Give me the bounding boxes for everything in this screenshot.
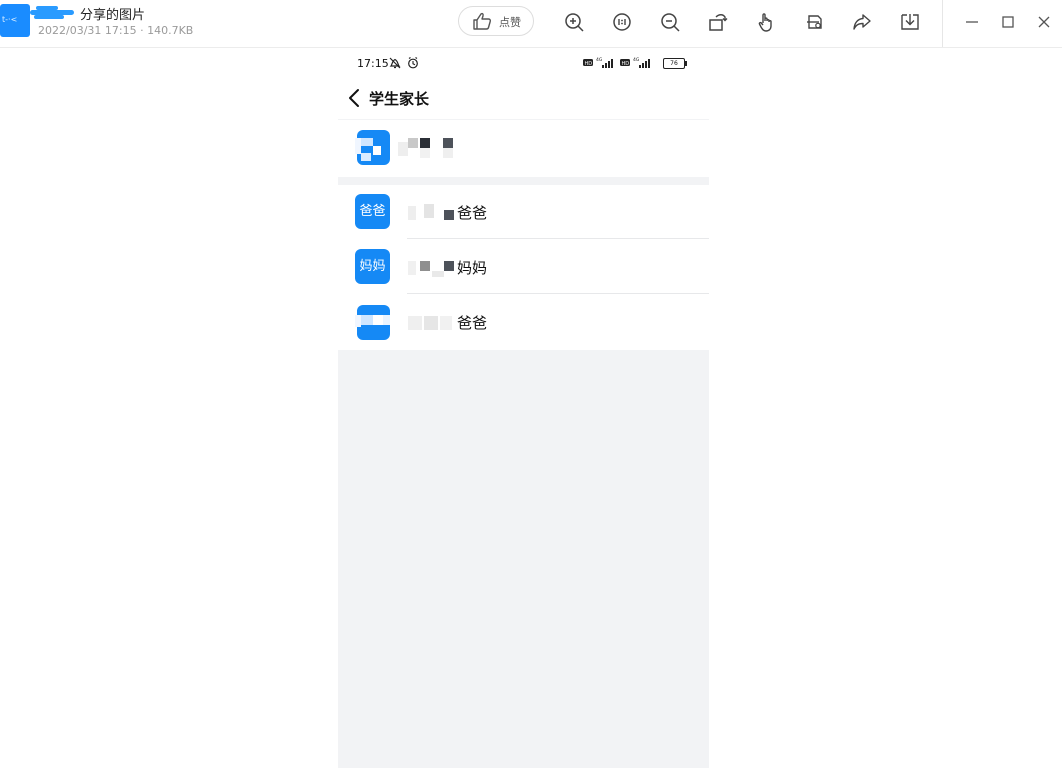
toolbar-divider xyxy=(942,0,943,47)
parent-name-suffix: 爸爸 xyxy=(457,314,488,332)
like-button[interactable]: 点赞 xyxy=(458,6,534,36)
hand-tool-icon[interactable] xyxy=(754,10,778,34)
parent-avatar: 爸爸 xyxy=(355,194,390,229)
phone-status-bar: 17:15 HD 4G HD 4G 76 xyxy=(338,48,709,80)
svg-text:4G: 4G xyxy=(633,57,640,63)
share-icon[interactable] xyxy=(850,10,874,34)
app-logo-icon: t-·< xyxy=(0,4,30,37)
row-divider xyxy=(407,238,709,239)
status-time: 17:15 xyxy=(357,57,389,70)
svg-text:4G: 4G xyxy=(596,57,603,63)
shared-image-content: 17:15 HD 4G HD 4G 76 学生家长 爸爸 爸爸 妈妈 妈妈 爸爸 xyxy=(338,48,709,768)
rotate-icon[interactable] xyxy=(706,10,730,34)
minimize-icon[interactable] xyxy=(960,10,984,34)
zoom-in-icon[interactable] xyxy=(562,10,586,34)
ocr-icon[interactable] xyxy=(802,10,826,34)
file-title: 分享的图片 xyxy=(80,8,146,23)
parent-list: 爸爸 爸爸 妈妈 妈妈 爸爸 xyxy=(338,185,709,350)
svg-text:HD: HD xyxy=(585,61,593,67)
close-icon[interactable] xyxy=(1032,10,1056,34)
parent-name-suffix: 妈妈 xyxy=(457,259,488,277)
download-icon[interactable] xyxy=(898,10,922,34)
maximize-icon[interactable] xyxy=(996,10,1020,34)
thumbs-up-icon xyxy=(473,12,492,30)
svg-text:HD: HD xyxy=(622,61,630,67)
parent-row[interactable]: 爸爸 爸爸 xyxy=(338,185,709,239)
parent-avatar-redacted xyxy=(355,305,390,340)
parent-avatar: 妈妈 xyxy=(355,249,390,284)
battery-indicator: 76 xyxy=(663,58,687,69)
redacted-sender-name xyxy=(30,6,76,20)
viewer-titlebar: t-·< 分享的图片 2022/03/31 17:15 · 140.7KB 点赞 xyxy=(0,0,1062,48)
parent-row[interactable]: 爸爸 xyxy=(338,295,709,349)
signal-icon: HD 4G HD 4G xyxy=(583,57,650,68)
student-avatar xyxy=(355,130,390,165)
parent-row[interactable]: 妈妈 妈妈 xyxy=(338,240,709,294)
back-arrow-icon[interactable] xyxy=(345,87,365,109)
like-label: 点赞 xyxy=(499,16,521,29)
row-divider xyxy=(407,293,709,294)
student-card[interactable] xyxy=(338,120,709,177)
parent-name-suffix: 爸爸 xyxy=(457,204,488,222)
zoom-out-icon[interactable] xyxy=(658,10,682,34)
actual-size-icon[interactable] xyxy=(610,10,634,34)
phone-nav-header: 学生家长 xyxy=(338,80,709,119)
file-meta: 2022/03/31 17:15 · 140.7KB xyxy=(38,24,194,37)
page-title: 学生家长 xyxy=(369,90,430,108)
mute-alarm-icon xyxy=(389,57,418,69)
